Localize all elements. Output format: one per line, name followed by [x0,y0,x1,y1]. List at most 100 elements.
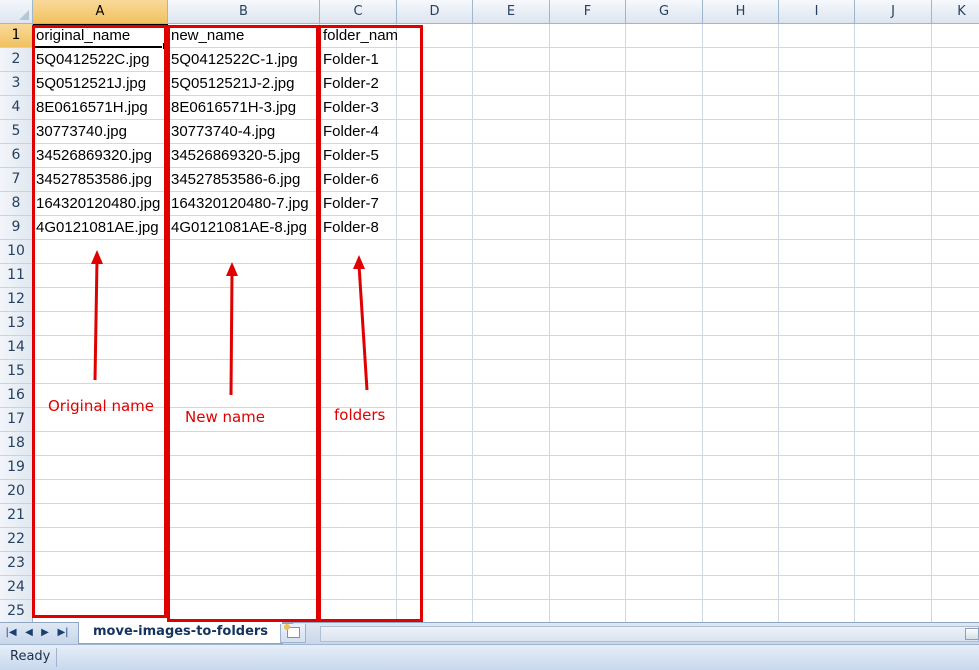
column-header-j[interactable]: J [855,0,932,24]
cell-b9[interactable]: 4G0121081AE-8.jpg [168,216,322,240]
cell-a6[interactable]: 34526869320.jpg [33,144,170,168]
row-gridline [33,383,979,384]
row-header-14[interactable]: 14 [0,336,33,360]
cell-a9[interactable]: 4G0121081AE.jpg [33,216,170,240]
cell-a1[interactable]: original_name [33,24,170,48]
column-header-d[interactable]: D [397,0,473,24]
row-header-16[interactable]: 16 [0,384,33,408]
row-gridline [33,359,979,360]
column-header-b[interactable]: B [168,0,320,24]
cell-c9[interactable]: Folder-8 [320,216,397,240]
column-header-k[interactable]: K [932,0,979,24]
row-header-18[interactable]: 18 [0,432,33,456]
column-header-f[interactable]: F [550,0,626,24]
row-header-7[interactable]: 7 [0,168,33,192]
cell-a2[interactable]: 5Q0412522C.jpg [33,48,170,72]
insert-sheet-icon [284,624,300,638]
row-header-22[interactable]: 22 [0,528,33,552]
cell-b8[interactable]: 164320120480-7.jpg [168,192,322,216]
row-gridline [33,287,979,288]
column-gridline [549,24,550,622]
row-header-10[interactable]: 10 [0,240,33,264]
insert-sheet-button[interactable] [280,624,306,643]
row-header-12[interactable]: 12 [0,288,33,312]
cell-c6[interactable]: Folder-5 [320,144,397,168]
column-gridline [778,24,779,622]
cell-b5[interactable]: 30773740-4.jpg [168,120,322,144]
select-all-corner[interactable] [0,0,33,24]
status-text: Ready [10,649,51,664]
cell-a8[interactable]: 164320120480.jpg [33,192,170,216]
cell-b6[interactable]: 34526869320-5.jpg [168,144,322,168]
row-header-17[interactable]: 17 [0,408,33,432]
row-header-6[interactable]: 6 [0,144,33,168]
spreadsheet-grid[interactable]: A B C D E F G H I J K 1 2 3 4 5 6 7 8 9 10 11 12 13 14 15 16 17 18 19… [0,0,979,622]
row-header-1[interactable]: 1 [0,24,33,48]
column-header-a[interactable]: A [33,0,168,24]
row-gridline [33,431,979,432]
row-header-15[interactable]: 15 [0,360,33,384]
row-gridline [33,335,979,336]
row-gridline [33,503,979,504]
row-header-13[interactable]: 13 [0,312,33,336]
column-gridline [472,24,473,622]
cell-b1[interactable]: new_name [168,24,322,48]
sheet-tab-bar: |◀ ◀ ▶ ▶| move-images-to-folders [0,622,979,644]
cell-b2[interactable]: 5Q0412522C-1.jpg [168,48,322,72]
column-header-i[interactable]: I [779,0,855,24]
cell-b7[interactable]: 34527853586-6.jpg [168,168,322,192]
row-header-8[interactable]: 8 [0,192,33,216]
row-gridline [33,551,979,552]
row-gridline [33,599,979,600]
cell-c7[interactable]: Folder-6 [320,168,397,192]
cell-c5[interactable]: Folder-4 [320,120,397,144]
column-gridline [854,24,855,622]
cell-a4[interactable]: 8E0616571H.jpg [33,96,170,120]
cell-b3[interactable]: 5Q0512521J-2.jpg [168,72,322,96]
last-sheet-icon[interactable]: ▶| [56,625,70,641]
column-header-g[interactable]: G [626,0,703,24]
row-header-24[interactable]: 24 [0,576,33,600]
annotation-new-name: New name [185,408,266,426]
row-header-11[interactable]: 11 [0,264,33,288]
row-header-4[interactable]: 4 [0,96,33,120]
first-sheet-icon[interactable]: |◀ [4,625,18,641]
row-gridline [33,527,979,528]
annotation-folders: folders [334,406,386,424]
row-header-20[interactable]: 20 [0,480,33,504]
cell-a7[interactable]: 34527853586.jpg [33,168,170,192]
cell-c1[interactable]: folder_name [320,24,397,48]
cell-a3[interactable]: 5Q0512521J.jpg [33,72,170,96]
arrow-original [91,250,103,381]
cell-c3[interactable]: Folder-2 [320,72,397,96]
row-gridline [33,263,979,264]
row-gridline [33,407,979,408]
row-header-25[interactable]: 25 [0,600,33,622]
status-bar: Ready [0,644,979,670]
column-gridline [931,24,932,622]
cell-a5[interactable]: 30773740.jpg [33,120,170,144]
prev-sheet-icon[interactable]: ◀ [22,625,36,641]
row-gridline [33,575,979,576]
column-header-h[interactable]: H [703,0,779,24]
row-header-21[interactable]: 21 [0,504,33,528]
row-gridline [33,479,979,480]
row-gridline [33,311,979,312]
cell-c8[interactable]: Folder-7 [320,192,397,216]
cell-c4[interactable]: Folder-3 [320,96,397,120]
row-header-2[interactable]: 2 [0,48,33,72]
row-header-9[interactable]: 9 [0,216,33,240]
horizontal-scrollbar[interactable] [320,626,979,642]
row-header-23[interactable]: 23 [0,552,33,576]
column-header-c[interactable]: C [320,0,397,24]
row-header-19[interactable]: 19 [0,456,33,480]
next-sheet-icon[interactable]: ▶ [38,625,52,641]
column-gridline [702,24,703,622]
sheet-tab-move-images-to-folders[interactable]: move-images-to-folders [78,622,295,644]
cell-b4[interactable]: 8E0616571H-3.jpg [168,96,322,120]
column-header-e[interactable]: E [473,0,550,24]
row-header-5[interactable]: 5 [0,120,33,144]
row-header-3[interactable]: 3 [0,72,33,96]
cell-c2[interactable]: Folder-1 [320,48,397,72]
horizontal-scrollbar-thumb[interactable] [965,628,979,640]
